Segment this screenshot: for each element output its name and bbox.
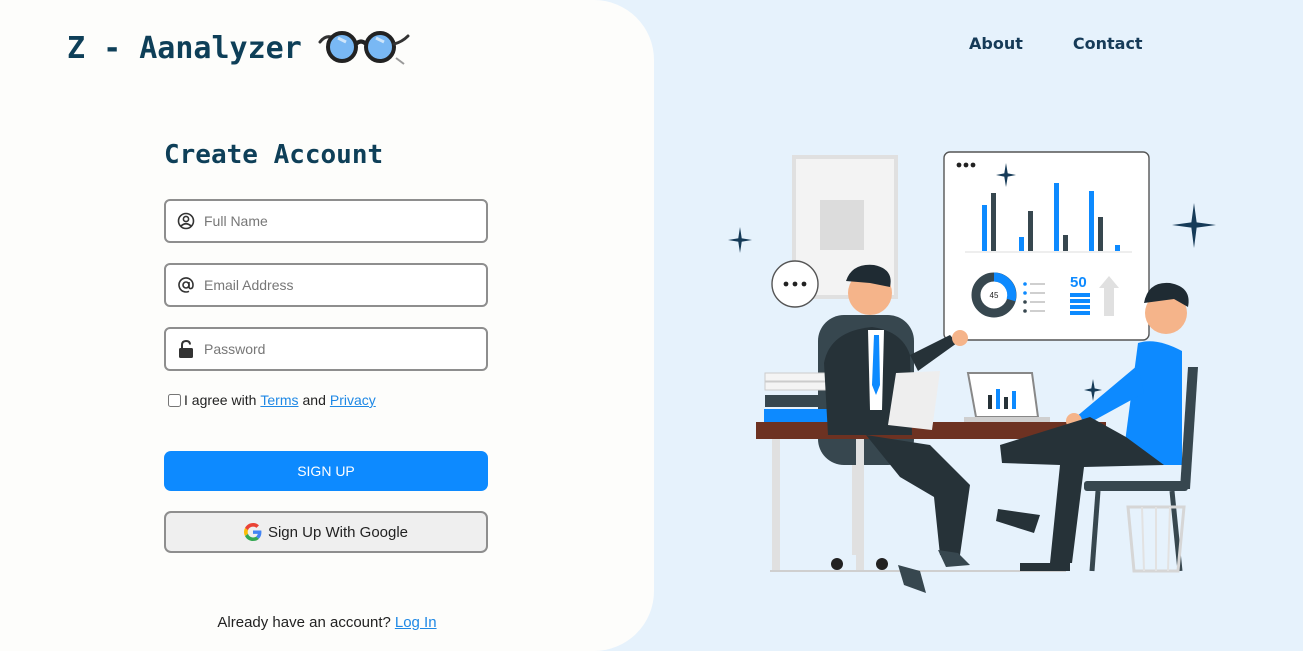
- google-signup-button[interactable]: Sign Up With Google: [164, 511, 488, 553]
- metric-value: 50: [1070, 274, 1087, 291]
- login-link[interactable]: Log In: [395, 614, 437, 631]
- email-input[interactable]: [204, 277, 474, 293]
- password-field[interactable]: [164, 327, 488, 371]
- nav-contact[interactable]: Contact: [1073, 34, 1143, 53]
- frame-art: [820, 200, 864, 250]
- nav-about[interactable]: About: [969, 34, 1023, 53]
- agree-prefix: I agree with: [184, 392, 257, 408]
- agree-checkbox[interactable]: [168, 393, 181, 407]
- left-panel: [0, 0, 654, 651]
- full-name-field[interactable]: [164, 199, 488, 243]
- agree-terms: I agree with Terms and Privacy: [168, 392, 380, 408]
- user-circle-icon: [176, 211, 196, 231]
- password-input[interactable]: [204, 341, 474, 357]
- donut-value: 45: [990, 291, 999, 300]
- at-sign-icon: [176, 275, 196, 295]
- google-icon: [243, 523, 262, 541]
- sparkle-icon: [1172, 203, 1216, 248]
- terms-link[interactable]: Terms: [260, 392, 298, 408]
- unlock-icon: [176, 339, 196, 359]
- brand-name: Z - Aanalyzer: [67, 30, 302, 66]
- page-title: Create Account: [164, 140, 384, 170]
- privacy-link[interactable]: Privacy: [330, 392, 376, 408]
- agree-and: and: [302, 392, 326, 408]
- full-name-input[interactable]: [204, 213, 474, 229]
- signup-button[interactable]: SIGN UP: [164, 451, 488, 491]
- login-prompt: Already have an account? Log In: [0, 614, 654, 631]
- glasses-icon: [318, 31, 410, 65]
- login-prompt-text: Already have an account?: [217, 614, 391, 631]
- top-nav: About Contact: [969, 34, 1143, 53]
- sparkle-icon: [728, 227, 752, 253]
- google-signup-label: Sign Up With Google: [267, 523, 409, 541]
- email-field[interactable]: [164, 263, 488, 307]
- business-meeting-illustration: 45 50: [728, 151, 1216, 593]
- brand[interactable]: Z - Aanalyzer: [67, 28, 410, 68]
